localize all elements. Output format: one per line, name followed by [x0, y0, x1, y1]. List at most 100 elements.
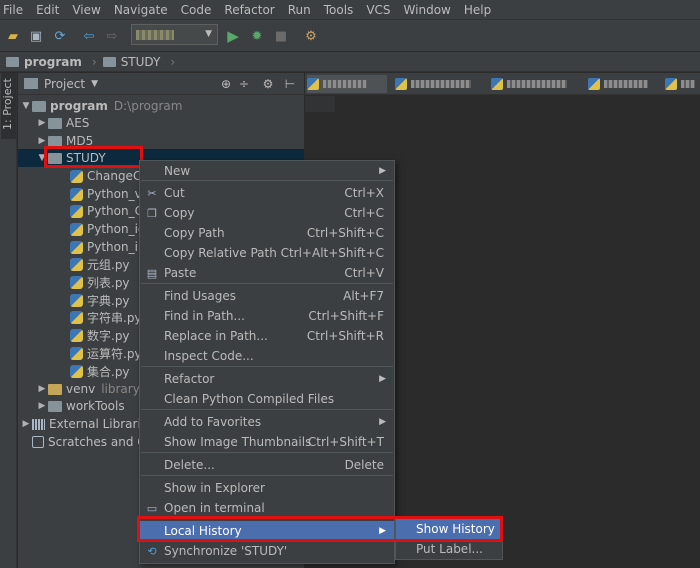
- context-menu-item[interactable]: Find in Path... Ctrl+Shift+F: [140, 306, 394, 326]
- stop-icon[interactable]: ■: [272, 27, 290, 45]
- menu-code[interactable]: Code: [181, 3, 212, 17]
- sync-icon: ⟲: [147, 544, 157, 558]
- expand-arrow-icon[interactable]: ▼: [20, 101, 32, 111]
- editor-tab[interactable]: [307, 75, 387, 93]
- settings-wrench-icon[interactable]: ⚙: [302, 27, 320, 45]
- menu-item-shortcut: Ctrl+X: [344, 186, 384, 200]
- tree-item-label: Python_Cl: [87, 204, 147, 218]
- run-icon[interactable]: ▶: [224, 27, 242, 45]
- submenu-arrow-icon: ▶: [379, 166, 386, 176]
- folder-icon: [48, 152, 62, 164]
- hide-panel-icon[interactable]: ⊢: [282, 76, 298, 92]
- tree-item-label: program: [50, 99, 108, 113]
- context-menu-item[interactable]: Refactor ▶: [140, 369, 394, 389]
- menu-separator: [141, 475, 393, 476]
- python-file-icon: [70, 310, 83, 324]
- project-view-selector[interactable]: Project ▼: [24, 77, 98, 91]
- context-menu-item[interactable]: Clean Python Compiled Files: [140, 389, 394, 409]
- editor-tab[interactable]: [491, 75, 581, 93]
- editor-tab-bar: [305, 73, 700, 95]
- menu-view[interactable]: View: [72, 3, 100, 17]
- python-file-icon: [70, 204, 83, 218]
- context-menu-item[interactable]: Show in Explorer: [140, 478, 394, 498]
- back-icon[interactable]: ⇦: [80, 27, 98, 45]
- tree-item-label: 运算符.py: [87, 346, 142, 361]
- collapse-arrow-icon[interactable]: ▶: [36, 136, 48, 146]
- sync-icon[interactable]: ⟳: [51, 27, 69, 45]
- python-file-icon: [70, 328, 83, 342]
- submenu-arrow-icon: ▶: [379, 374, 386, 384]
- context-menu-item[interactable]: Delete... Delete: [140, 455, 394, 475]
- editor-tab[interactable]: [395, 75, 485, 93]
- project-panel-header: Project ▼ ⊕ ÷ ⚙ ⊢: [18, 73, 304, 95]
- folder-icon: [48, 400, 62, 412]
- collapse-arrow-icon[interactable]: ▶: [36, 118, 48, 128]
- context-menu-item[interactable]: ▭ Open in terminal: [140, 498, 394, 518]
- collapse-arrow-icon[interactable]: ▶: [36, 384, 48, 394]
- menu-item-label: Show Image Thumbnails: [164, 435, 312, 449]
- context-menu-item[interactable]: ▤ Paste Ctrl+V: [140, 263, 394, 283]
- menu-help[interactable]: Help: [464, 3, 491, 17]
- tab-title-blurred: [681, 80, 695, 88]
- menu-bar: File Edit View Navigate Code Refactor Run Tools…: [0, 0, 700, 19]
- expand-arrow-icon[interactable]: ▼: [36, 153, 48, 163]
- folder-icon: [48, 135, 62, 147]
- folder-icon: [102, 56, 116, 67]
- breadcrumb-item-program[interactable]: program: [6, 55, 82, 69]
- context-menu-item[interactable]: Inspect Code...: [140, 346, 394, 366]
- context-menu-item[interactable]: Replace in Path... Ctrl+Shift+R: [140, 326, 394, 346]
- collapse-all-icon[interactable]: ÷: [236, 76, 252, 92]
- menu-refactor[interactable]: Refactor: [224, 3, 274, 17]
- tree-item[interactable]: ▶ MD5: [18, 132, 304, 150]
- context-menu-item[interactable]: Copy Path Ctrl+Shift+C: [140, 223, 394, 243]
- context-menu-item[interactable]: ⟲ Synchronize 'STUDY': [140, 541, 394, 561]
- editor-tab[interactable]: [588, 75, 658, 93]
- context-menu-item[interactable]: Find Usages Alt+F7: [140, 286, 394, 306]
- context-menu-item[interactable]: ❐ Copy Ctrl+C: [140, 203, 394, 223]
- menu-item-label: Delete...: [164, 458, 215, 472]
- save-icon[interactable]: ▣: [27, 27, 45, 45]
- debug-icon[interactable]: ✹: [248, 27, 266, 45]
- library-icon: [32, 418, 45, 430]
- menu-edit[interactable]: Edit: [36, 3, 59, 17]
- project-panel-title: Project: [44, 76, 86, 91]
- context-menu-item[interactable]: Local History ▶: [140, 521, 394, 541]
- menu-item-label: Copy Path: [164, 226, 225, 240]
- tree-item-label: Scratches and C: [48, 435, 146, 449]
- collapse-arrow-icon[interactable]: ▶: [20, 419, 32, 429]
- put-label-item[interactable]: Put Label...: [396, 539, 502, 559]
- forward-icon[interactable]: ⇨: [103, 27, 121, 45]
- run-configuration-select[interactable]: ▼: [131, 24, 218, 45]
- show-history-item[interactable]: Show History: [396, 519, 502, 539]
- menu-window[interactable]: Window: [404, 3, 451, 17]
- context-menu-item[interactable]: New ▶: [140, 161, 394, 181]
- breadcrumb-item-study[interactable]: STUDY: [102, 55, 160, 69]
- tree-item[interactable]: ▶ AES: [18, 114, 304, 132]
- context-menu-item[interactable]: Add to Favorites ▶: [140, 412, 394, 432]
- menu-navigate[interactable]: Navigate: [114, 3, 168, 17]
- menu-item-label: Refactor: [164, 372, 215, 386]
- editor-tab[interactable]: [665, 75, 700, 93]
- menu-tools[interactable]: Tools: [324, 3, 354, 17]
- collapse-arrow-icon[interactable]: ▶: [36, 401, 48, 411]
- chevron-down-icon: ▼: [205, 29, 212, 39]
- menu-vcs[interactable]: VCS: [366, 3, 390, 17]
- paste-icon: ▤: [146, 266, 158, 280]
- gear-icon[interactable]: ⚙: [260, 76, 276, 92]
- open-folder-icon[interactable]: ▰: [4, 27, 22, 45]
- python-file-icon: [491, 78, 503, 90]
- python-file-icon: [395, 78, 407, 90]
- locate-icon[interactable]: ⊕: [218, 76, 234, 92]
- tree-item-label: STUDY: [66, 151, 106, 165]
- context-menu-item[interactable]: ✂ Cut Ctrl+X: [140, 183, 394, 203]
- context-menu-item[interactable]: Show Image Thumbnails Ctrl+Shift+T: [140, 432, 394, 452]
- tab-title-blurred: [323, 80, 367, 88]
- menu-file[interactable]: File: [3, 3, 23, 17]
- menu-item-shortcut: Ctrl+V: [344, 266, 384, 280]
- tab-project[interactable]: 1: Project: [1, 73, 16, 139]
- menu-run[interactable]: Run: [288, 3, 311, 17]
- scissors-icon: ✂: [147, 186, 157, 200]
- context-menu-item[interactable]: Copy Relative Path Ctrl+Alt+Shift+C: [140, 243, 394, 263]
- tree-item-label: 列表.py: [87, 275, 130, 290]
- tree-item[interactable]: ▼ program D:\program: [18, 97, 304, 115]
